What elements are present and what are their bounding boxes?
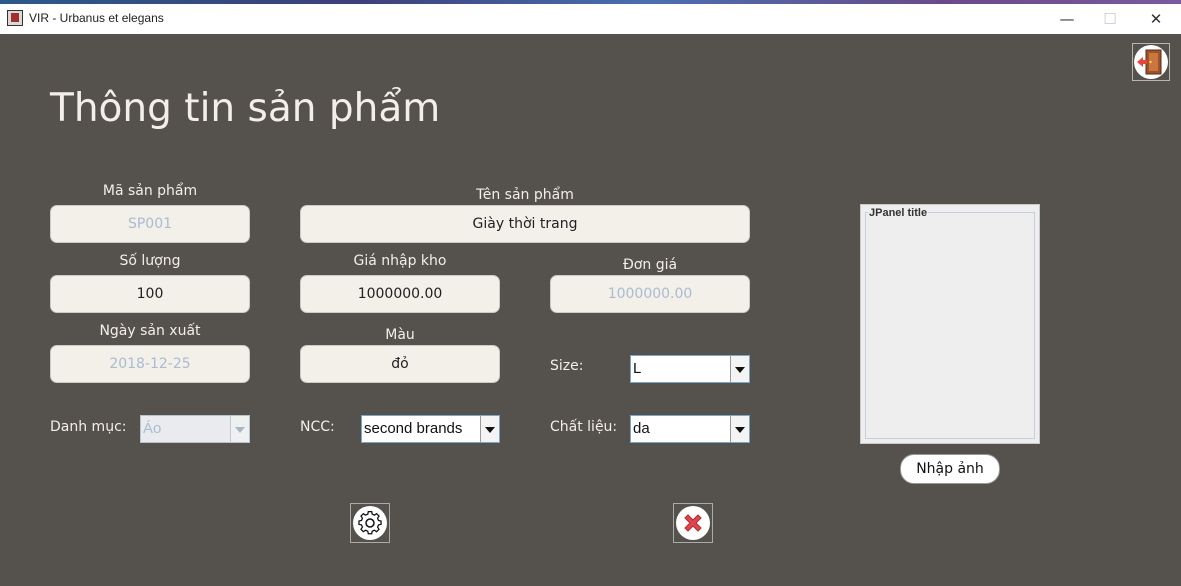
supplier-label: NCC: <box>300 419 335 435</box>
gear-icon <box>353 506 387 540</box>
image-panel: JPanel title <box>860 204 1040 444</box>
manufacture-date-label: Ngày sản xuất <box>99 323 201 339</box>
product-id-label: Mã sản phẩm <box>102 183 198 199</box>
settings-button[interactable] <box>350 503 390 543</box>
size-select[interactable]: L <box>630 355 750 383</box>
chevron-down-icon[interactable] <box>730 356 749 382</box>
supplier-select-value: second brands <box>364 420 463 437</box>
window-title: VIR - Urbanus et elegans <box>29 11 164 25</box>
import-price-field[interactable]: 1000000.00 <box>300 275 500 313</box>
product-name-field[interactable]: Giày thời trang <box>300 205 750 243</box>
size-label: Size: <box>550 358 584 374</box>
page-title: Thông tin sản phẩm <box>50 86 441 131</box>
category-select: Áo <box>140 415 250 443</box>
image-panel-border <box>865 212 1035 439</box>
product-name-label: Tên sản phẩm <box>476 187 574 203</box>
quantity-field[interactable]: 100 <box>50 275 250 313</box>
material-label: Chất liệu: <box>550 419 618 435</box>
material-select-value: da <box>633 420 650 437</box>
unit-price-label: Đơn giá <box>622 257 678 273</box>
maximize-button[interactable]: ☐ <box>1095 8 1125 30</box>
import-price-label: Giá nhập kho <box>353 253 447 269</box>
close-window-button[interactable]: ✕ <box>1141 8 1171 30</box>
category-select-value: Áo <box>143 420 162 437</box>
minimize-button[interactable]: — <box>1052 8 1082 30</box>
supplier-select[interactable]: second brands <box>361 415 500 443</box>
import-image-button[interactable]: Nhập ảnh <box>900 454 1000 484</box>
chevron-down-icon[interactable] <box>480 416 499 442</box>
product-id-field: SP001 <box>50 205 250 243</box>
red-x-icon <box>676 506 710 540</box>
unit-price-field: 1000000.00 <box>550 275 750 313</box>
material-select[interactable]: da <box>630 415 750 443</box>
image-panel-title: JPanel title <box>868 207 929 219</box>
app-icon <box>7 10 23 26</box>
chevron-down-icon[interactable] <box>730 416 749 442</box>
manufacture-date-field: 2018-12-25 <box>50 345 250 383</box>
category-label: Danh mục: <box>50 419 127 435</box>
color-label: Màu <box>385 327 415 343</box>
quantity-label: Số lượng <box>119 253 181 269</box>
size-select-value: L <box>633 360 642 377</box>
delete-button[interactable] <box>673 503 713 543</box>
exit-button[interactable] <box>1132 43 1170 81</box>
chevron-down-icon <box>230 416 249 442</box>
color-field[interactable]: đỏ <box>300 345 500 383</box>
exit-door-icon <box>1134 45 1168 79</box>
title-bar: VIR - Urbanus et elegans — ☐ ✕ <box>0 4 1181 34</box>
